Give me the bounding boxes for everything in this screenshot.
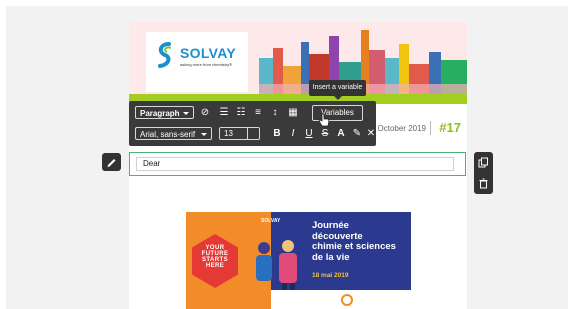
header-banner[interactable]: SOLVAY asking more from chemistry®	[129, 22, 467, 94]
underline-icon[interactable]: U	[303, 128, 315, 140]
highlight-icon[interactable]: ✎	[351, 128, 363, 140]
align-icon[interactable]: ≡	[252, 107, 264, 119]
bold-icon[interactable]: B	[271, 128, 283, 140]
event-footer-strip	[271, 290, 411, 309]
numbered-list-icon[interactable]: ☷	[235, 107, 247, 119]
event-banner-image[interactable]: YOUR FUTURE STARTS HERE SOLVAY Journée d…	[186, 212, 411, 309]
line-height-icon[interactable]: ↕	[269, 107, 281, 119]
event-date: 18 mai 2019	[312, 272, 349, 279]
hexagon-text: YOUR FUTURE STARTS HERE	[201, 245, 229, 269]
hand-cursor-icon	[318, 113, 330, 127]
students-illustration	[256, 240, 297, 298]
duplicate-icon[interactable]	[478, 157, 489, 168]
tooltip-arrow	[334, 96, 342, 100]
event-title: Journée découverte chimie et sciences de…	[312, 220, 396, 263]
chevron-down-icon	[201, 133, 207, 136]
bullet-list-icon[interactable]: ☰	[218, 107, 230, 119]
stepper-arrows-icon[interactable]	[247, 128, 259, 139]
font-family-value: Arial, sans-serif	[140, 130, 196, 139]
font-size-stepper[interactable]: 13	[219, 127, 260, 140]
solvay-logo: SOLVAY asking more from chemistry®	[146, 32, 248, 92]
block-actions	[474, 152, 493, 194]
trash-icon[interactable]	[478, 178, 489, 189]
brand-name: SOLVAY	[180, 45, 237, 61]
insert-variable-tooltip: Insert a variable	[309, 80, 366, 96]
issue-date: October 2019	[377, 124, 426, 133]
clear-format-icon[interactable]: ⊘	[199, 107, 211, 119]
strikethrough-icon[interactable]: S	[319, 128, 331, 140]
greeting-text-field[interactable]: Dear	[136, 157, 454, 171]
columns-icon[interactable]: ▦	[287, 107, 299, 119]
edit-block-button[interactable]	[102, 153, 121, 171]
issue-divider	[430, 121, 431, 135]
issue-number: #17	[439, 120, 461, 135]
font-family-select[interactable]: Arial, sans-serif	[135, 127, 212, 140]
chevron-down-icon	[183, 112, 189, 115]
text-block[interactable]: Dear	[129, 152, 466, 176]
brand-tagline: asking more from chemistry®	[180, 62, 233, 67]
remove-format-icon[interactable]: ✕	[365, 128, 377, 140]
partner-logo	[341, 294, 353, 306]
font-size-value: 13	[224, 129, 233, 138]
italic-icon[interactable]: I	[287, 128, 299, 140]
text-format-toolbar: Paragraph ⊘ ☰ ☷ ≡ ↕ ▦ Variables Arial, s…	[129, 101, 376, 146]
event-solvay-logo: SOLVAY	[261, 218, 281, 224]
solvay-s-icon	[158, 42, 172, 68]
font-color-icon[interactable]: A	[335, 128, 347, 140]
pencil-icon	[107, 159, 116, 167]
block-format-select[interactable]: Paragraph	[135, 106, 194, 119]
block-format-value: Paragraph	[140, 109, 180, 118]
